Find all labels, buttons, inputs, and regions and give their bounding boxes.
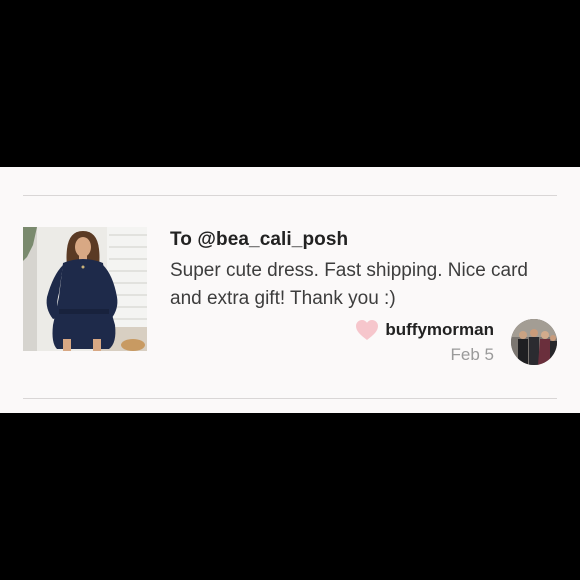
author-username[interactable]: buffymorman: [385, 320, 494, 340]
review-comment: Super cute dress. Fast shipping. Nice ca…: [170, 260, 529, 309]
dress-photo: [23, 227, 147, 351]
review-card: To @bea_cali_posh Super cute dress. Fast…: [0, 167, 580, 413]
author-avatar[interactable]: [511, 319, 557, 365]
recipient-handle[interactable]: To @bea_cali_posh: [170, 229, 348, 251]
avatar-photo: [511, 319, 557, 365]
product-thumbnail[interactable]: [23, 227, 147, 351]
author-row: buffymorman: [355, 318, 494, 342]
top-divider: [23, 195, 557, 196]
screen: To @bea_cali_posh Super cute dress. Fast…: [0, 0, 580, 580]
bottom-divider: [23, 398, 557, 399]
review-date: Feb 5: [450, 345, 494, 364]
heart-icon[interactable]: [355, 319, 379, 341]
